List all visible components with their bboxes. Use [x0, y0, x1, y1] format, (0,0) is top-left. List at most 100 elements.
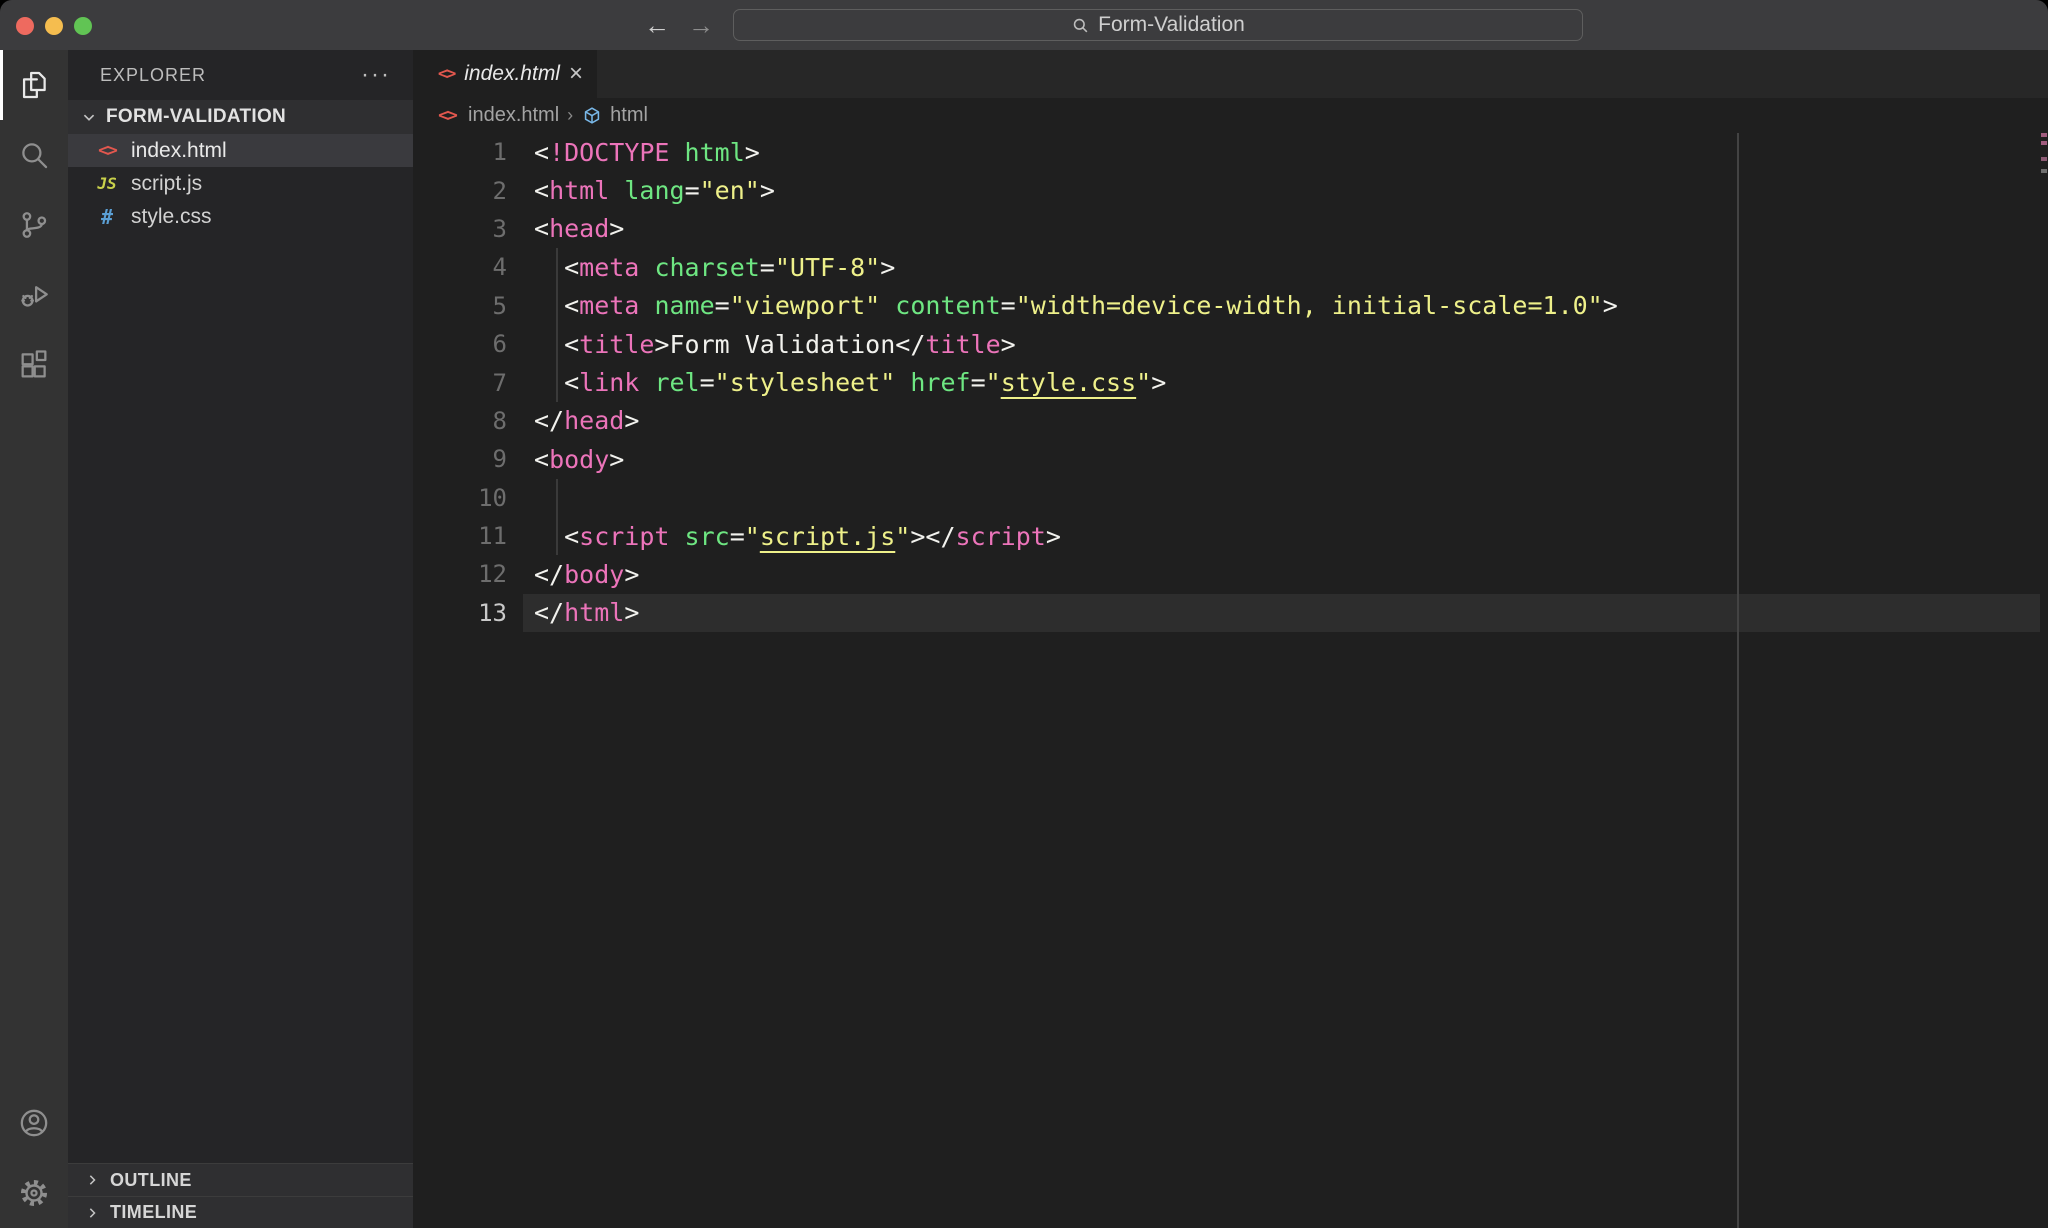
code-line-2[interactable]: 2<html lang="en">: [413, 171, 2048, 209]
line-number: 11: [413, 522, 534, 550]
debug-icon: [17, 278, 51, 312]
search-icon: [17, 138, 51, 172]
line-number: 9: [413, 445, 534, 473]
line-number: 1: [413, 138, 534, 166]
code-area[interactable]: 1<!DOCTYPE html>2<html lang="en">3<head>…: [413, 133, 2048, 1228]
line-content: <meta charset="UTF-8">: [534, 253, 895, 282]
views-and-more-actions-icon[interactable]: ···: [361, 70, 391, 80]
overview-decoration: [2041, 157, 2047, 161]
code-line-12[interactable]: 12</body>: [413, 555, 2048, 593]
breadcrumb-symbol[interactable]: html: [581, 104, 648, 127]
code-line-3[interactable]: 3<head>: [413, 210, 2048, 248]
overview-decoration: [2041, 133, 2047, 137]
line-content: <body>: [534, 445, 624, 474]
code-line-4[interactable]: 4 <meta charset="UTF-8">: [413, 248, 2048, 286]
traffic-lights: [16, 17, 92, 35]
line-content: <title>Form Validation</title>: [534, 330, 1016, 359]
line-number: 4: [413, 253, 534, 281]
file-row-style-css[interactable]: # style.css: [68, 200, 413, 233]
chevron-right-icon: [82, 1203, 102, 1223]
outline-section-label: OUTLINE: [110, 1170, 192, 1191]
code-line-10[interactable]: 10: [413, 479, 2048, 517]
code-line-7[interactable]: 7 <link rel="stylesheet" href="style.css…: [413, 363, 2048, 401]
activity-search-button[interactable]: [0, 120, 68, 190]
tab-label: index.html: [464, 62, 560, 86]
line-number: 7: [413, 369, 534, 397]
symbol-cube-icon: [581, 105, 603, 127]
breadcrumb-file[interactable]: <> index.html: [433, 104, 559, 127]
forward-arrow-icon[interactable]: →: [688, 10, 714, 41]
activity-settings-button[interactable]: [0, 1158, 68, 1228]
line-content: </head>: [534, 406, 639, 435]
line-content: <link rel="stylesheet" href="style.css">: [534, 368, 1166, 397]
code-line-8[interactable]: 8</head>: [413, 402, 2048, 440]
line-content: <head>: [534, 214, 624, 243]
line-number: 2: [413, 177, 534, 205]
line-number: 5: [413, 292, 534, 320]
editor-group: <> index.html × <> index.html › html: [413, 50, 2048, 1228]
line-number: 12: [413, 560, 534, 588]
back-arrow-icon[interactable]: ←: [644, 10, 670, 41]
activity-extensions-button[interactable]: [0, 330, 68, 400]
vscode-window: ← → Form-Validation EXPLORER ··· FORM-VA…: [0, 0, 2048, 1228]
html-file-icon: <>: [433, 105, 461, 126]
overview-ruler[interactable]: [2040, 133, 2048, 1228]
code-line-6[interactable]: 6 <title>Form Validation</title>: [413, 325, 2048, 363]
overview-decoration: [2041, 141, 2047, 145]
code-line-5[interactable]: 5 <meta name="viewport" content="width=d…: [413, 287, 2048, 325]
gear-icon: [16, 1175, 52, 1211]
explorer-sidebar: EXPLORER ··· FORM-VALIDATION <>index.htm…: [68, 50, 413, 1228]
file-row-script-js[interactable]: JS script.js: [68, 167, 413, 200]
tab-strip: <> index.html ×: [413, 50, 2048, 98]
line-number: 13: [413, 599, 534, 627]
timeline-section-header[interactable]: TIMELINE: [68, 1196, 413, 1228]
line-number: 3: [413, 215, 534, 243]
line-content: </html>: [534, 598, 639, 627]
breadcrumb-separator: ›: [567, 105, 573, 126]
close-window-button[interactable]: [16, 17, 34, 35]
command-center-search[interactable]: Form-Validation: [733, 9, 1583, 41]
line-number: 8: [413, 407, 534, 435]
overview-decoration: [2041, 169, 2047, 173]
close-tab-icon[interactable]: ×: [569, 62, 583, 86]
chevron-right-icon: [82, 1170, 102, 1190]
activity-run-debug-button[interactable]: [0, 260, 68, 330]
explorer-title: EXPLORER: [100, 65, 206, 86]
activity-bar: [0, 50, 68, 1228]
code-line-9[interactable]: 9<body>: [413, 440, 2048, 478]
line-number: 10: [413, 484, 534, 512]
zoom-window-button[interactable]: [74, 17, 92, 35]
timeline-section-label: TIMELINE: [110, 1202, 197, 1223]
folder-root-label: FORM-VALIDATION: [106, 106, 286, 128]
activity-explorer-button[interactable]: [0, 50, 68, 120]
line-content: </body>: [534, 560, 639, 589]
code-line-13[interactable]: 13</html>: [413, 594, 2048, 632]
titlebar: ← → Form-Validation: [0, 0, 2048, 50]
activity-accounts-button[interactable]: [0, 1088, 68, 1158]
css-file-icon: #: [93, 205, 121, 229]
outline-section-header[interactable]: OUTLINE: [68, 1163, 413, 1196]
html-file-icon: <>: [93, 140, 121, 161]
file-label: script.js: [131, 172, 202, 196]
line-content: <!DOCTYPE html>: [534, 138, 760, 167]
folder-root-row[interactable]: FORM-VALIDATION: [68, 100, 413, 134]
search-icon: [1071, 16, 1090, 35]
tab-index-html[interactable]: <> index.html ×: [413, 50, 597, 98]
breadcrumb: <> index.html › html: [413, 98, 2048, 133]
extensions-icon: [17, 348, 51, 382]
file-label: style.css: [131, 205, 212, 229]
html-file-icon: <>: [437, 64, 455, 84]
line-content: <html lang="en">: [534, 176, 775, 205]
code-line-11[interactable]: 11 <script src="script.js"></script>: [413, 517, 2048, 555]
file-row-index-html[interactable]: <>index.html: [68, 134, 413, 167]
chevron-down-icon: [78, 106, 100, 128]
source-control-icon: [17, 208, 51, 242]
line-number: 6: [413, 330, 534, 358]
js-file-icon: JS: [93, 174, 121, 193]
minimize-window-button[interactable]: [45, 17, 63, 35]
code-line-1[interactable]: 1<!DOCTYPE html>: [413, 133, 2048, 171]
search-title-text: Form-Validation: [1098, 13, 1245, 37]
line-content: <meta name="viewport" content="width=dev…: [534, 291, 1618, 320]
activity-source-control-button[interactable]: [0, 190, 68, 260]
line-content: <script src="script.js"></script>: [534, 522, 1061, 551]
